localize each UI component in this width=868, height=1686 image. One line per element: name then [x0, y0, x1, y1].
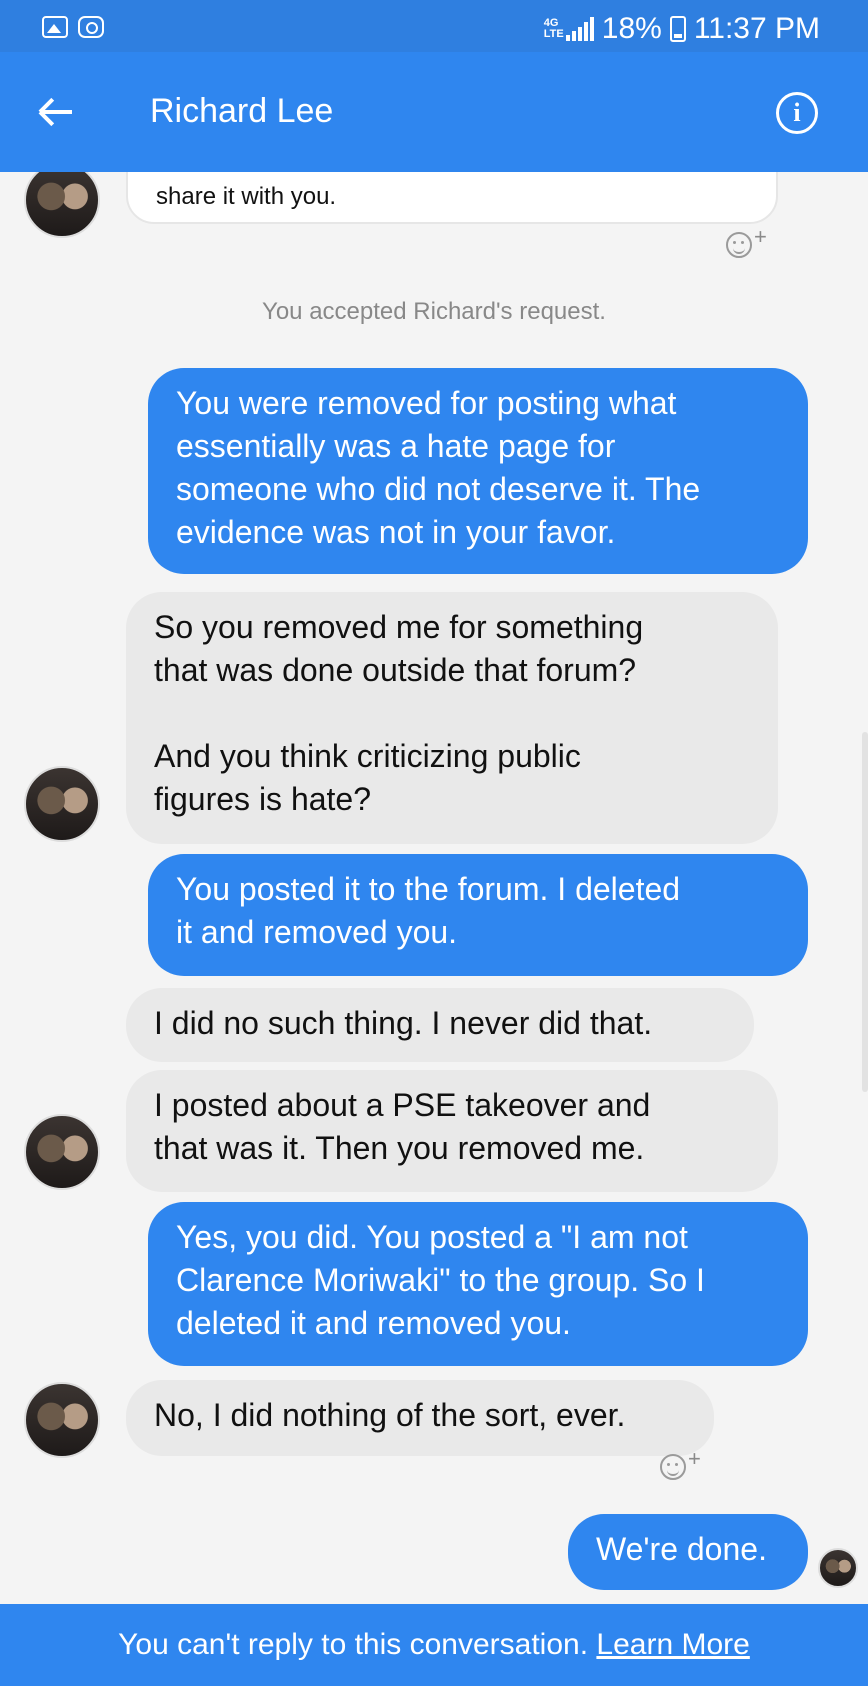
message-list[interactable]: share it with you. + You accepted Richar…	[0, 172, 868, 1604]
reply-disabled-notice: You can't reply to this conversation.	[118, 1628, 589, 1661]
message-bubble-incoming[interactable]: I did no such thing. I never did that.	[126, 988, 754, 1062]
back-arrow-icon	[40, 110, 72, 114]
message-bubble-incoming[interactable]: So you removed me for something that was…	[126, 592, 778, 844]
contact-avatar[interactable]	[24, 1382, 100, 1458]
network-indicator: 4G LTE	[543, 17, 564, 40]
message-bubble-outgoing[interactable]: You posted it to the forum. I deleted it…	[148, 854, 808, 976]
battery-icon	[669, 16, 686, 42]
message-bubble-incoming[interactable]: share it with you.	[126, 172, 778, 224]
notification-icons	[42, 16, 104, 38]
message-bubble-incoming[interactable]: I posted about a PSE takeover and that w…	[126, 1070, 778, 1192]
system-message: You accepted Richard's request.	[262, 298, 606, 325]
message-bubble-outgoing[interactable]: You were removed for posting what essent…	[148, 368, 808, 574]
scrollbar[interactable]	[862, 732, 868, 1092]
contact-avatar[interactable]	[24, 766, 100, 842]
conversation-header: Richard Lee i	[0, 52, 868, 172]
smiley-icon	[726, 232, 752, 258]
info-icon[interactable]: i	[776, 92, 818, 134]
status-bar: 4G LTE 18% 11:37 PM	[0, 0, 868, 52]
instagram-icon	[78, 16, 104, 38]
message-bubble-outgoing[interactable]: We're done.	[568, 1514, 808, 1590]
back-button[interactable]	[36, 90, 80, 134]
contact-avatar[interactable]	[24, 1114, 100, 1190]
seen-avatar	[818, 1548, 858, 1588]
add-reaction-button[interactable]: +	[718, 224, 774, 266]
message-bubble-incoming[interactable]: No, I did nothing of the sort, ever.	[126, 1380, 714, 1456]
contact-avatar[interactable]	[24, 172, 100, 238]
status-right: 4G LTE 18% 11:37 PM	[544, 12, 820, 46]
learn-more-link[interactable]: Learn More	[596, 1628, 749, 1661]
gallery-icon	[42, 16, 68, 38]
signal-icon	[565, 17, 594, 41]
message-bubble-outgoing[interactable]: Yes, you did. You posted a "I am not Cla…	[148, 1202, 808, 1366]
smiley-icon	[660, 1454, 686, 1480]
add-reaction-button[interactable]: +	[652, 1446, 708, 1488]
clock: 11:37 PM	[693, 12, 820, 45]
reply-disabled-banner: You can't reply to this conversation. Le…	[0, 1604, 868, 1686]
contact-name[interactable]: Richard Lee	[150, 92, 333, 131]
battery-percent: 18%	[601, 12, 662, 45]
